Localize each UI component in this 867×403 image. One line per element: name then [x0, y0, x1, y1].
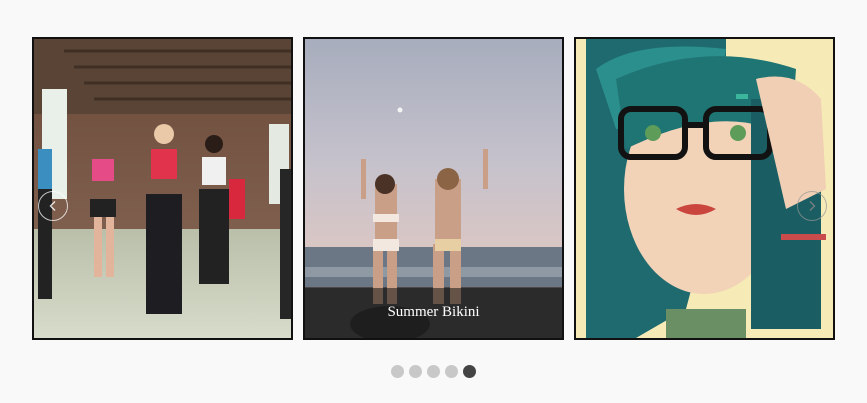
carousel-slide-fitness[interactable]	[32, 37, 293, 340]
carousel-next-button[interactable]	[797, 191, 827, 221]
chevron-left-icon	[49, 201, 56, 211]
carousel-slide-beach[interactable]: Summer Bikini	[303, 37, 564, 340]
slide-caption: Summer Bikini	[305, 288, 562, 338]
carousel-pagination	[391, 365, 476, 378]
carousel-prev-button[interactable]	[38, 191, 68, 221]
pagination-dot-4[interactable]	[445, 365, 458, 378]
image-carousel: Summer Bikini	[0, 0, 867, 403]
portrait-illustration	[576, 39, 833, 338]
pagination-dot-5[interactable]	[463, 365, 476, 378]
pagination-dot-3[interactable]	[427, 365, 440, 378]
pagination-dot-1[interactable]	[391, 365, 404, 378]
fitness-photo	[34, 39, 291, 338]
pagination-dot-2[interactable]	[409, 365, 422, 378]
carousel-slide-portrait[interactable]	[574, 37, 835, 340]
chevron-right-icon	[809, 201, 816, 211]
